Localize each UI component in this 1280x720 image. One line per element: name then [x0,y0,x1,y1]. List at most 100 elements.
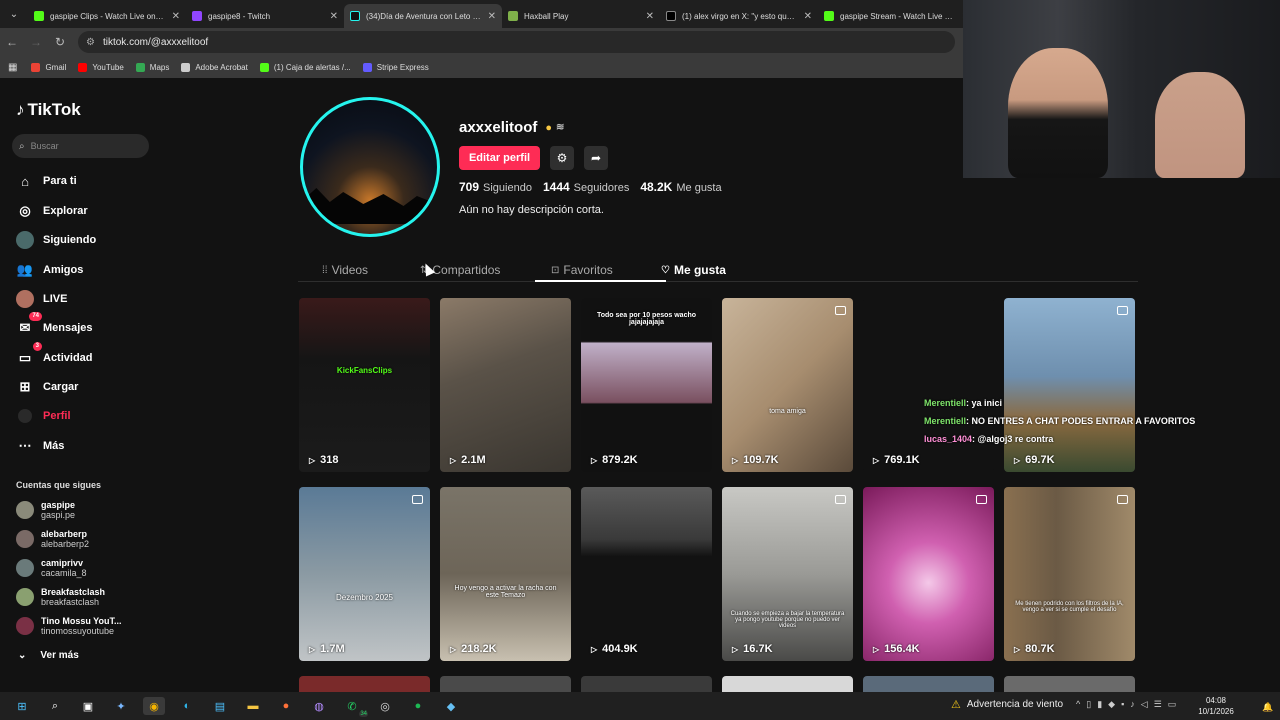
sidebar-item-para-ti[interactable]: ⌂ Para ti [16,172,77,190]
weather-warning[interactable]: ⚠ Advertencia de viento [951,698,1063,711]
file-explorer-icon[interactable]: ▬ [242,697,264,715]
back-arrow-icon[interactable]: ← [0,35,24,49]
windows-start-icon[interactable]: ⊞ [11,697,33,715]
firefox-icon[interactable]: ● [275,697,297,715]
bookmark-acrobat[interactable]: Adobe Acrobat [181,62,248,72]
video-card[interactable]: toma amiga ▷ 109.7K [722,298,853,472]
sidebar-item-amigos[interactable]: 👥 Amigos [16,261,83,279]
browser-tab[interactable]: (1) alex virgo en X: "y esto que... ✕ [660,4,818,28]
close-icon[interactable]: ✕ [804,11,812,22]
obs-icon[interactable]: ◎ [374,697,396,715]
network-icon[interactable]: ☰ [1154,699,1162,710]
apps-grid-icon[interactable]: ▦ [8,62,17,73]
chevron-up-icon[interactable]: ^ [1076,699,1080,710]
video-card[interactable] [863,676,994,692]
video-card[interactable]: Hoy vengo a activar la racha con este Te… [440,487,571,661]
edge-icon[interactable]: ◐ [176,697,198,715]
video-card[interactable]: Me tienen podrido con los filtros de la … [1004,487,1135,661]
browser-tab[interactable]: gaspipe8 - Twitch ✕ [186,4,344,28]
browser-tab-active[interactable]: (34)Día de Aventura con Leto e... ✕ [344,4,502,28]
browser-tab[interactable]: Haxball Play ✕ [502,4,660,28]
whatsapp-icon[interactable]: ✆ 34 [341,697,368,717]
steam-icon[interactable]: ◆ [440,697,462,715]
close-icon[interactable]: ✕ [330,11,338,22]
copilot-icon[interactable]: ✦ [110,697,132,715]
following-account[interactable]: alebarberp alebarberp2 [16,529,89,549]
system-tray[interactable]: ^ ▯ ▮ ◆ ▪ ♪ ◁ ☰ ▭ [1076,699,1182,710]
search-input[interactable]: ⌕ Buscar [12,134,149,158]
settings-button[interactable]: ⚙ [550,146,574,170]
sidebar-item-perfil[interactable]: Perfil [16,407,71,425]
video-card[interactable] [581,676,712,692]
following-account[interactable]: Breakfastclash breakfastclash [16,587,105,607]
video-card[interactable]: Dezembro 2025 ▷ 1.7M [299,487,430,661]
gear-icon: ⚙ [556,151,568,165]
see-more-button[interactable]: ⌄ Ver más [18,650,79,661]
browser-tab[interactable]: gaspipe Stream - Watch Live on Kick✕ [818,4,976,28]
tab-videos[interactable]: ⁞⁞ Videos [322,258,368,282]
browser-tab[interactable]: gaspipe Clips - Watch Live on Kick ✕ [28,4,186,28]
following-account[interactable]: camiprivv cacamila_8 [16,558,87,578]
search-icon[interactable]: ⌕ [44,697,66,715]
sidebar-item-explorar[interactable]: ◎ Explorar [16,202,87,220]
bookmark-maps[interactable]: Maps [135,62,169,72]
site-settings-icon[interactable]: ⚙ [86,37,95,48]
video-card[interactable]: ▷ 2.1M [440,298,571,472]
sidebar-item-mas[interactable]: ⋯ Más [16,437,65,455]
chrome-icon[interactable]: ◉ [143,697,165,715]
video-card[interactable] [1004,676,1135,692]
following-account[interactable]: Tino Mossu YouT... tinomossuyoutube [16,616,122,636]
app-icon[interactable]: ◍ [308,697,330,715]
video-card[interactable]: ▷ 769.1K [863,298,994,472]
battery-icon[interactable]: ▭ [1168,699,1177,710]
following-account[interactable]: gaspipe gaspi.pe [16,500,75,520]
tray-app-icon[interactable]: ▪ [1121,699,1124,710]
stream-chat-line: Merentiell: ya inici [924,398,1003,408]
acrobat-icon [181,62,191,72]
edit-profile-button[interactable]: Editar perfil [459,146,540,170]
taskbar-clock[interactable]: 04:08 10/1/2026 [1198,695,1234,717]
forward-arrow-icon[interactable]: → [24,35,48,49]
video-card[interactable] [440,676,571,692]
sidebar-item-actividad[interactable]: ▭ 3 Actividad [16,342,93,367]
reload-icon[interactable]: ↻ [48,35,72,49]
bookmark-stripe[interactable]: Stripe Express [362,62,429,72]
store-icon[interactable]: ▤ [209,697,231,715]
sidebar-item-siguiendo[interactable]: Siguiendo [16,231,96,249]
video-card[interactable]: ▷ 156.4K [863,487,994,661]
task-view-icon[interactable]: ▣ [77,697,99,715]
close-icon[interactable]: ✕ [488,11,496,22]
share-button[interactable]: ➦ [584,146,608,170]
video-card[interactable] [299,676,430,692]
tab-favoritos[interactable]: ⊡ Favoritos [551,258,613,282]
video-card[interactable]: KickFansClips ▷ 318 [299,298,430,472]
profile-stats: 709 Siguiendo 1444 Seguidores 48.2K Me gust… [459,180,733,194]
video-card[interactable]: ▷ 404.9K [581,487,712,661]
video-card[interactable]: Cuando se empieza a bajar la temperatura… [722,487,853,661]
tray-app-icon[interactable]: ▯ [1086,699,1091,710]
close-icon[interactable]: ✕ [172,11,180,22]
sidebar-item-live[interactable]: LIVE [16,290,67,308]
volume-icon[interactable]: ◁ [1141,699,1148,710]
video-card[interactable]: ▷ 69.7K [1004,298,1135,472]
close-icon[interactable]: ✕ [646,11,654,22]
tab-search-icon[interactable]: ⌄ [0,0,28,28]
spotify-icon[interactable]: ● [407,697,429,715]
bookmark-youtube[interactable]: YouTube [78,62,124,72]
stat-following[interactable]: 709 Siguiendo [459,180,532,194]
video-card[interactable] [722,676,853,692]
tiktok-logo[interactable]: ♪ TikTok [16,100,81,120]
tray-app-icon[interactable]: ◆ [1108,699,1115,710]
profile-avatar[interactable] [300,97,440,237]
bookmark-alerts[interactable]: (1) Caja de alertas /... [259,62,351,72]
microphone-icon[interactable]: ♪ [1130,699,1135,710]
sidebar-item-mensajes[interactable]: ✉ 74 Mensajes [16,312,93,337]
tab-me-gusta[interactable]: ♡ Me gusta [661,258,726,282]
notification-bell-icon[interactable]: 🔔 [1262,702,1273,713]
tray-app-icon[interactable]: ▮ [1097,699,1102,710]
bookmark-gmail[interactable]: Gmail [31,62,66,72]
address-bar[interactable]: ⚙ tiktok.com/@axxxelitoof [78,31,955,53]
sidebar-item-cargar[interactable]: ⊞ Cargar [16,378,79,396]
video-card[interactable]: Todo sea por 10 pesos wacho jajajajajaja… [581,298,712,472]
stat-followers[interactable]: 1444 Seguidores [543,180,629,194]
